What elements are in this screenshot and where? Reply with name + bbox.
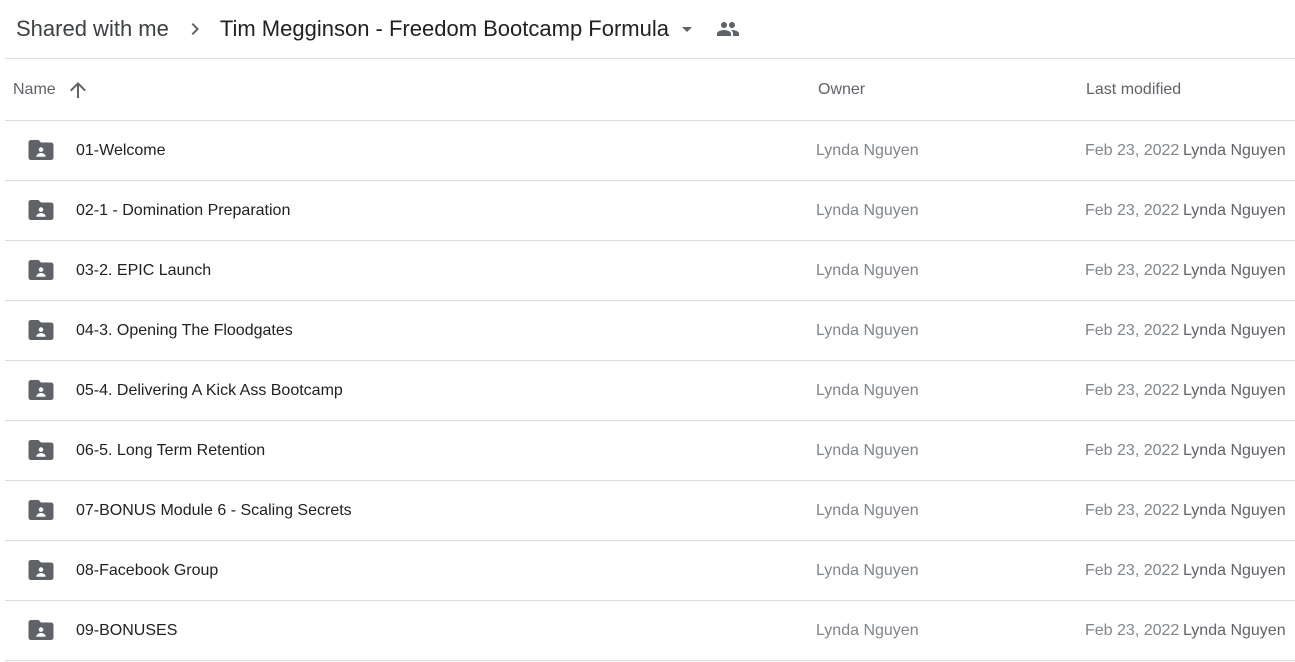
file-list: 01-Welcome Lynda Nguyen Feb 23, 2022 Lyn… [5, 121, 1295, 661]
file-modified-by: Lynda Nguyen [1183, 442, 1286, 459]
file-name: 08-Facebook Group [76, 562, 219, 579]
file-name: 09-BONUSES [76, 622, 178, 639]
file-modified-date: Feb 23, 2022 [1085, 502, 1180, 519]
shared-folder-icon [28, 198, 54, 222]
table-row[interactable]: 02-1 - Domination Preparation Lynda Nguy… [5, 181, 1295, 241]
file-modified-date: Feb 23, 2022 [1085, 562, 1180, 579]
column-header-owner[interactable]: Owner [818, 59, 865, 120]
file-modified-by: Lynda Nguyen [1183, 202, 1286, 219]
shared-folder-icon [28, 558, 54, 582]
arrow-upward-icon[interactable] [66, 78, 90, 102]
file-owner: Lynda Nguyen [816, 322, 919, 339]
table-row[interactable]: 08-Facebook Group Lynda Nguyen Feb 23, 2… [5, 541, 1295, 601]
file-owner: Lynda Nguyen [816, 262, 919, 279]
file-name: 01-Welcome [76, 142, 166, 159]
drive-page: Shared with me Tim Megginson - Freedom B… [0, 0, 1295, 662]
file-owner: Lynda Nguyen [816, 142, 919, 159]
file-modified-date: Feb 23, 2022 [1085, 142, 1180, 159]
column-header-row: Name Owner Last modified [5, 59, 1295, 121]
file-modified-by: Lynda Nguyen [1183, 322, 1286, 339]
table-row[interactable]: 07-BONUS Module 6 - Scaling Secrets Lynd… [5, 481, 1295, 541]
file-owner: Lynda Nguyen [816, 562, 919, 579]
column-header-last-modified[interactable]: Last modified [1086, 59, 1181, 120]
file-name: 06-5. Long Term Retention [76, 442, 266, 459]
file-modified-by: Lynda Nguyen [1183, 382, 1286, 399]
arrow-drop-down-icon[interactable] [675, 17, 699, 41]
table-row[interactable]: 01-Welcome Lynda Nguyen Feb 23, 2022 Lyn… [5, 121, 1295, 181]
shared-folder-icon [28, 438, 54, 462]
file-modified-date: Feb 23, 2022 [1085, 202, 1180, 219]
file-modified-date: Feb 23, 2022 [1085, 622, 1180, 639]
column-header-name-label: Name [13, 80, 56, 98]
file-owner: Lynda Nguyen [816, 502, 919, 519]
file-modified-by: Lynda Nguyen [1183, 562, 1286, 579]
chevron-right-icon [183, 17, 207, 41]
table-row[interactable]: 06-5. Long Term Retention Lynda Nguyen F… [5, 421, 1295, 481]
file-owner: Lynda Nguyen [816, 202, 919, 219]
file-modified-date: Feb 23, 2022 [1085, 322, 1180, 339]
file-modified-by: Lynda Nguyen [1183, 142, 1286, 159]
file-name: 03-2. EPIC Launch [76, 262, 212, 279]
shared-folder-icon [28, 138, 54, 162]
file-modified-by: Lynda Nguyen [1183, 262, 1286, 279]
breadcrumb-current-folder[interactable]: Tim Megginson - Freedom Bootcamp Formula [220, 16, 669, 42]
shared-folder-icon [28, 498, 54, 522]
column-header-name[interactable]: Name [13, 59, 90, 120]
people-icon[interactable] [715, 17, 741, 41]
breadcrumb: Shared with me Tim Megginson - Freedom B… [16, 10, 741, 48]
breadcrumb-shared-with-me[interactable]: Shared with me [16, 16, 169, 42]
file-owner: Lynda Nguyen [816, 382, 919, 399]
file-name: 02-1 - Domination Preparation [76, 202, 291, 219]
file-owner: Lynda Nguyen [816, 622, 919, 639]
file-name: 07-BONUS Module 6 - Scaling Secrets [76, 502, 352, 519]
table-row[interactable]: 09-BONUSES Lynda Nguyen Feb 23, 2022 Lyn… [5, 601, 1295, 661]
shared-folder-icon [28, 258, 54, 282]
file-modified-date: Feb 23, 2022 [1085, 442, 1180, 459]
file-modified-by: Lynda Nguyen [1183, 622, 1286, 639]
file-modified-date: Feb 23, 2022 [1085, 382, 1180, 399]
shared-folder-icon [28, 318, 54, 342]
file-name: 05-4. Delivering A Kick Ass Bootcamp [76, 382, 343, 399]
shared-folder-icon [28, 378, 54, 402]
file-owner: Lynda Nguyen [816, 442, 919, 459]
table-row[interactable]: 05-4. Delivering A Kick Ass Bootcamp Lyn… [5, 361, 1295, 421]
shared-folder-icon [28, 618, 54, 642]
file-name: 04-3. Opening The Floodgates [76, 322, 293, 339]
file-modified-date: Feb 23, 2022 [1085, 262, 1180, 279]
table-row[interactable]: 04-3. Opening The Floodgates Lynda Nguye… [5, 301, 1295, 361]
file-modified-by: Lynda Nguyen [1183, 502, 1286, 519]
table-row[interactable]: 03-2. EPIC Launch Lynda Nguyen Feb 23, 2… [5, 241, 1295, 301]
